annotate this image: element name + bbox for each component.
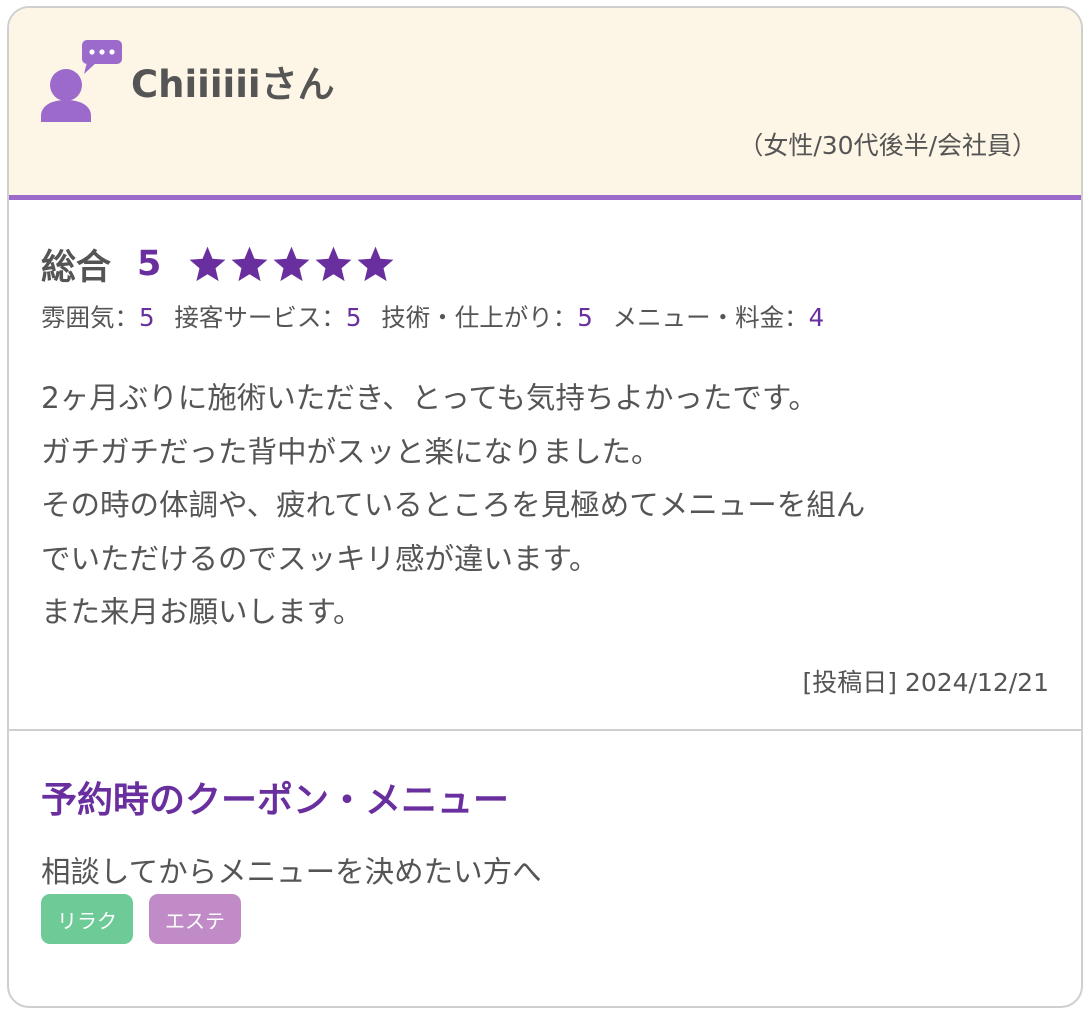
rating-value: 5 (345, 303, 362, 332)
rating-label: 雰囲気： (41, 303, 139, 332)
rating-value: 5 (577, 303, 593, 332)
review-header: Chiiiiiiさん （女性/30代後半/会社員） (9, 8, 1081, 200)
tag-relax: リラク (41, 894, 133, 944)
rating-technique: 技術・仕上がり：5 (381, 303, 593, 332)
coupon-title: 予約時のクーポン・メニュー (41, 780, 510, 821)
tag-esthetic: エステ (149, 894, 241, 944)
overall-score: 5 (137, 244, 162, 284)
star-icon (357, 246, 394, 281)
review-card: Chiiiiiiさん （女性/30代後半/会社員） 総合 5 雰囲気：5 接客サ… (7, 6, 1083, 1008)
comment-line: また来月お願いします。 (41, 595, 363, 629)
overall-rating: 総合 5 (41, 236, 396, 292)
rating-label: 技術・仕上がり： (381, 303, 578, 332)
category-ratings: 雰囲気：5 接客サービス：5 技術・仕上がり：5 メニュー・料金：4 (41, 299, 836, 334)
rating-atmosphere: 雰囲気：5 (41, 303, 155, 332)
star-icon (273, 246, 310, 281)
comment-line: 2ヶ月ぶりに施術いただき、とっても気持ちよかったです。 (41, 381, 818, 415)
reviewer-profile: （女性/30代後半/会社員） (738, 131, 1037, 160)
reviewer-name: Chiiiiiiさん (131, 63, 335, 106)
coupon-description[interactable]: 相談してからメニューを決めたい方へ (41, 849, 542, 891)
section-divider (9, 729, 1081, 731)
rating-value: 5 (139, 303, 155, 332)
comment-line: その時の体調や、疲れているところを見極めてメニューを組ん (41, 488, 866, 522)
comment-line: ガチガチだった背中がスッと楽になりました。 (41, 434, 661, 469)
rating-service: 接客サービス：5 (174, 303, 361, 332)
comment-line: でいただけるのでスッキリ感が違います。 (41, 541, 599, 576)
rating-value: 4 (808, 303, 825, 332)
rating-label: 接客サービス： (174, 303, 346, 332)
star-icon (231, 246, 268, 281)
user-speech-bubble-icon (41, 40, 122, 122)
star-icon (315, 246, 352, 281)
post-date: [投稿日] 2024/12/21 (802, 668, 1049, 697)
rating-price: メニュー・料金：4 (613, 303, 825, 332)
overall-label: 総合 (41, 247, 112, 288)
review-comment: 2ヶ月ぶりに施術いただき、とっても気持ちよかったです。 ガチガチだった背中がスッ… (41, 372, 1051, 640)
star-icon (189, 246, 226, 281)
coupon-tags: リラク エステ (41, 894, 241, 944)
star-rating (187, 244, 396, 285)
rating-label: メニュー・料金： (612, 303, 809, 332)
